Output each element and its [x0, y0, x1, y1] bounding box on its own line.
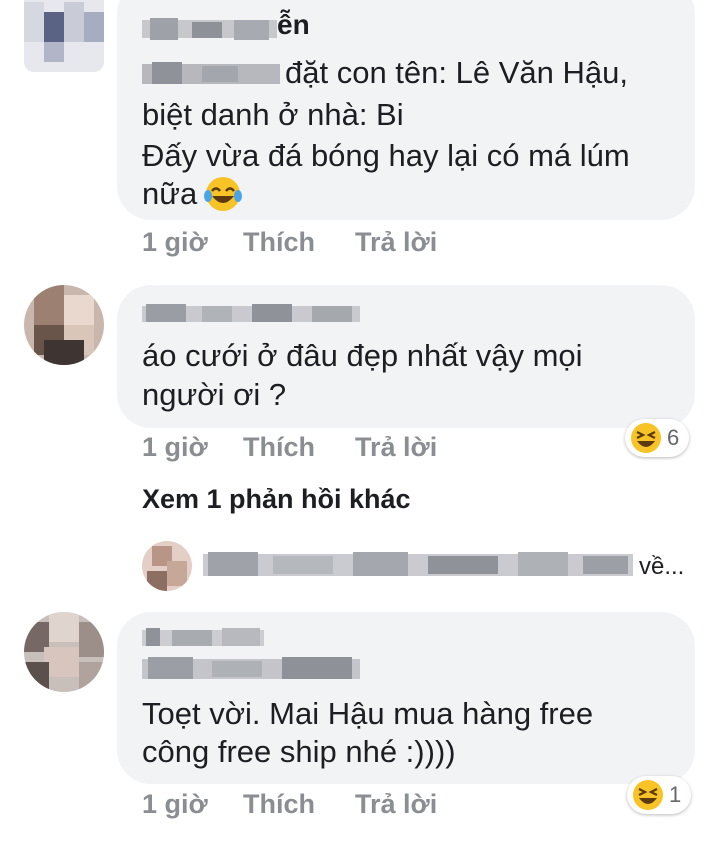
like-button[interactable]: Thích [243, 227, 315, 258]
comment-text-line: Toẹt vời. Mai Hậu mua hàng free [142, 696, 594, 731]
blurred-avatar-image [142, 541, 192, 591]
reaction-summary[interactable]: 6 [625, 419, 690, 457]
avatar[interactable] [24, 612, 104, 692]
avatar[interactable] [24, 0, 104, 72]
author-name-suffix: ễn [277, 9, 310, 40]
comment-text-line: nữa [142, 176, 198, 211]
blurred-author-name [142, 628, 264, 646]
reply-button[interactable]: Trả lời [355, 432, 437, 463]
haha-emoji [631, 423, 661, 453]
comment-text-line: áo cưới ở đâu đẹp nhất vậy mọi [142, 338, 583, 373]
blurred-avatar-image [24, 0, 104, 72]
blurred-avatar-image [24, 285, 104, 365]
reaction-count: 1 [669, 782, 682, 807]
laughing-tears-emoji [204, 177, 242, 211]
like-button[interactable]: Thích [243, 789, 315, 820]
blurred-author-subtitle [142, 657, 360, 679]
comment-time[interactable]: 1 giờ [142, 432, 208, 463]
blurred-tagged-name [142, 62, 280, 84]
comment-time[interactable]: 1 giờ [142, 227, 208, 258]
comment-text-line: Đấy vừa đá bóng hay lại có má lúm [142, 138, 630, 173]
blurred-reply-text [203, 552, 633, 576]
reply-button[interactable]: Trả lời [355, 789, 437, 820]
comment-time[interactable]: 1 giờ [142, 789, 208, 820]
reply-button[interactable]: Trả lời [355, 227, 437, 258]
see-more-replies-link[interactable]: Xem 1 phản hồi khác [142, 484, 411, 515]
comment-text-line: người ơi ? [142, 377, 287, 412]
reply-preview-suffix: về... [639, 553, 685, 580]
blurred-avatar-image [24, 612, 104, 692]
like-button[interactable]: Thích [243, 432, 315, 463]
blurred-author-name [142, 304, 360, 322]
haha-emoji [633, 780, 663, 810]
comment-text-line: biệt danh ở nhà: Bi [142, 97, 404, 132]
avatar [142, 541, 192, 591]
avatar[interactable] [24, 285, 104, 365]
reaction-summary[interactable]: 1 [627, 776, 692, 814]
reaction-count: 6 [667, 425, 680, 450]
comment-text-line: công free ship nhé :)))) [142, 734, 456, 769]
blurred-author-name [142, 18, 277, 40]
comment-text-line: đặt con tên: Lê Văn Hậu, [285, 55, 628, 90]
